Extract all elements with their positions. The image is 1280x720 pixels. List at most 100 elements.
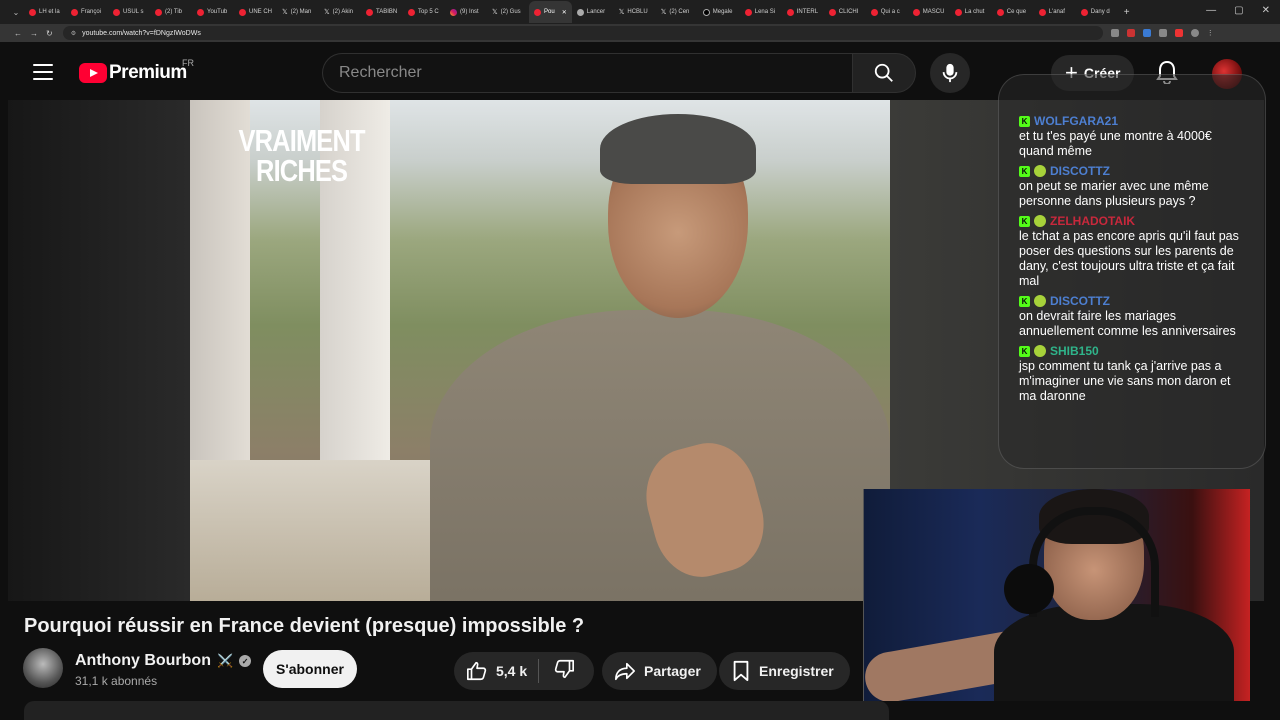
extension-icon[interactable] [1110, 29, 1119, 37]
tab-favicon-icon [744, 8, 752, 16]
browser-tab[interactable]: YouTub [192, 1, 234, 23]
browser-tab[interactable]: 𝕏 (2) Cen [656, 1, 698, 23]
emote-badge-icon [1034, 295, 1046, 307]
channel-name-row[interactable]: Anthony Bourbon ⚔️ ✓ [75, 652, 252, 670]
dislike-button[interactable] [539, 658, 575, 685]
browser-tab[interactable]: (9) Inst [445, 1, 487, 23]
chat-message: K DISCOTTZ on peut se marier avec une même… [1019, 163, 1247, 209]
forward-icon[interactable]: → [30, 29, 38, 38]
tab-label: Lena Si [754, 9, 776, 15]
tab-search-icon[interactable]: ⌄ [8, 4, 24, 20]
chat-message: K ZELHADOTAIK le tchat a pas encore apris … [1019, 213, 1247, 289]
back-icon[interactable]: ← [14, 29, 22, 38]
browser-tab[interactable]: MASCU [908, 1, 950, 23]
chat-username: ZELHADOTAIK [1050, 214, 1136, 228]
youtube-premium-logo[interactable]: Premium FR [79, 58, 194, 84]
tab-favicon-icon: 𝕏 [618, 9, 625, 16]
browser-tab-bar: ⌄ LH et la Françoi USUL s (2) Tib YouTub UNE … [0, 0, 1280, 24]
search-button[interactable] [852, 53, 916, 93]
search-icon [874, 63, 893, 82]
browser-tab[interactable]: 𝕏 (2) Akin [319, 1, 361, 23]
chat-message-text: le tchat a pas encore apris qu'il faut p… [1019, 229, 1239, 288]
browser-tab[interactable]: Megale [698, 1, 740, 23]
chat-faded-message [1019, 83, 1247, 113]
browser-tab[interactable]: L'anaf [1034, 1, 1076, 23]
tab-label: L'anaf [1048, 9, 1065, 15]
nav-buttons: ← → ↻ [0, 29, 53, 38]
subscribe-button[interactable]: S'abonner [263, 650, 357, 688]
browser-tab[interactable]: Lena Si [740, 1, 782, 23]
save-button[interactable]: Enregistrer [719, 652, 850, 690]
reload-icon[interactable]: ↻ [46, 29, 53, 38]
browser-tab[interactable]: Pou ✕ [529, 1, 572, 23]
browser-tab[interactable]: CLICHI [824, 1, 866, 23]
close-icon[interactable]: ✕ [1262, 5, 1270, 16]
tab-favicon-icon [197, 8, 204, 16]
streamer-webcam [863, 489, 1250, 701]
tab-favicon-icon [113, 8, 120, 16]
chat-username-row: K DISCOTTZ [1019, 163, 1247, 179]
voice-search-button[interactable] [930, 53, 970, 93]
like-button[interactable]: 5,4 k [454, 660, 538, 682]
save-label: Enregistrer [759, 663, 834, 679]
browser-tab[interactable]: Top 5 C [403, 1, 445, 23]
browser-tab[interactable]: LH et la [24, 1, 66, 23]
menu-dots-icon[interactable]: ⋮ [1207, 29, 1214, 37]
minimize-icon[interactable]: — [1206, 5, 1216, 16]
browser-tab[interactable]: Ce que [992, 1, 1034, 23]
browser-tab[interactable]: USUL s [108, 1, 150, 23]
extension-icon[interactable] [1174, 29, 1183, 37]
kick-badge-icon: K [1019, 165, 1030, 177]
kick-badge-icon: K [1019, 115, 1030, 127]
tab-label: Françoi [81, 9, 102, 15]
tab-favicon-icon: 𝕏 [324, 9, 330, 16]
url-field[interactable]: ⚙ youtube.com/watch?v=fDNgzIWoDWs [62, 26, 1103, 40]
site-info-icon[interactable]: ⚙ [71, 30, 76, 37]
video-frame[interactable]: VRAIMENT RICHES [190, 100, 890, 601]
browser-tab[interactable]: (2) Tib [150, 1, 192, 23]
browser-tab[interactable]: 𝕏 (2) Gus [487, 1, 529, 23]
new-tab-button[interactable]: + [1118, 7, 1136, 18]
browser-tab[interactable]: INTERL [782, 1, 824, 23]
verified-icon: ✓ [239, 655, 252, 667]
kick-badge-icon: K [1019, 345, 1030, 357]
tab-favicon-icon [29, 8, 36, 16]
extension-icon[interactable] [1126, 29, 1135, 37]
browser-tab[interactable]: TABIBN [361, 1, 403, 23]
maximize-icon[interactable]: ▢ [1234, 5, 1243, 16]
description-box-edge[interactable] [24, 701, 889, 720]
bookmark-icon [733, 660, 749, 682]
tab-label: Qui a c [880, 9, 900, 15]
channel-avatar[interactable] [23, 648, 63, 688]
tab-label: UNE CH [249, 9, 273, 15]
tab-favicon-icon [239, 8, 246, 16]
browser-tab[interactable]: 𝕏 (2) Man [277, 1, 319, 23]
browser-tab[interactable]: Dany d [1076, 1, 1118, 23]
browser-tab[interactable]: Françoi [66, 1, 108, 23]
browser-tab[interactable]: La chut [950, 1, 992, 23]
browser-tab[interactable]: Lancer [572, 1, 614, 23]
tab-favicon-icon [408, 8, 416, 16]
tab-close-icon[interactable]: ✕ [562, 9, 567, 16]
tab-label: LH et la [39, 9, 60, 15]
menu-icon[interactable] [33, 64, 53, 80]
subscriber-count: 31,1 k abonnés [75, 674, 158, 688]
channel-name[interactable]: Anthony Bourbon [75, 652, 211, 670]
extension-icon[interactable] [1158, 29, 1167, 37]
thumbs-down-icon [554, 659, 574, 678]
share-label: Partager [644, 663, 701, 679]
tab-label: (2) Man [290, 9, 312, 15]
chat-messages: K WOLFGARA21 et tu t'es payé une montre à … [1019, 113, 1247, 404]
emote-badge-icon [1034, 165, 1046, 177]
browser-tab[interactable]: 𝕏 HCBLU [614, 1, 656, 23]
tab-label: INTERL [796, 9, 819, 15]
browser-tab[interactable]: UNE CH [234, 1, 277, 23]
share-button[interactable]: Partager [602, 652, 717, 690]
extension-icon[interactable] [1142, 29, 1151, 37]
tab-favicon-icon [912, 8, 920, 16]
browser-tab[interactable]: Qui a c [866, 1, 908, 23]
tab-favicon-icon [996, 8, 1004, 16]
thumbs-up-icon [467, 661, 487, 681]
search-input[interactable]: Rechercher [322, 53, 852, 93]
profile-icon[interactable] [1190, 29, 1199, 37]
